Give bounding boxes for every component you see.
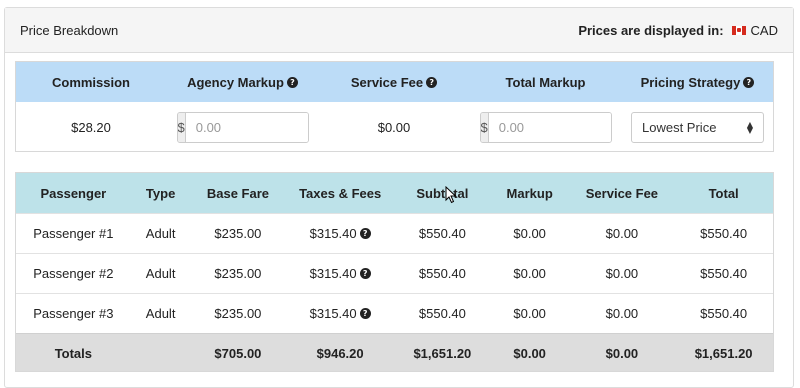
- panel-title: Price Breakdown: [20, 22, 119, 38]
- totals-subtotal: $1,651.20: [413, 345, 472, 361]
- help-icon[interactable]: ?: [359, 308, 371, 319]
- taxes-fees: $315.40 ?: [285, 226, 395, 241]
- totals-row: Totals $705.00 $946.20 $1,651.20 $0.00 $…: [16, 333, 773, 371]
- passenger-type: Adult: [145, 226, 176, 241]
- total-markup-cell: $: [469, 112, 622, 143]
- select-arrows-icon: ▲ ▼: [746, 119, 753, 135]
- passenger-pricing-table: Passenger Type Base Fare Taxes & Fees Su…: [15, 172, 774, 372]
- totals-base-fare: $705.00: [214, 345, 262, 361]
- totals-markup: $0.00: [513, 345, 546, 361]
- commission-value: $28.20: [71, 120, 111, 135]
- header-service-fee: Service Fee ?: [319, 75, 469, 90]
- total: $550.40: [700, 306, 748, 321]
- col-total: Total: [708, 185, 739, 201]
- service-fee-value: $0.00: [377, 120, 411, 135]
- pricing-strategy-select[interactable]: Lowest Price ▲ ▼: [631, 112, 764, 143]
- col-passenger: Passenger: [40, 185, 107, 201]
- passenger-header-row: Passenger Type Base Fare Taxes & Fees Su…: [16, 173, 773, 213]
- markup-values-row: $28.20 $ $0.00 $ Lowest Price ▲▼: [16, 102, 773, 153]
- pricing-strategy-value: Lowest Price: [642, 120, 717, 135]
- help-icon[interactable]: ?: [743, 76, 755, 88]
- markup-settings-table: Commission Agency Markup ? Service Fee ?…: [15, 61, 774, 152]
- markup: $0.00: [513, 306, 546, 321]
- currency-label: Prices are displayed in:: [578, 22, 724, 38]
- header-agency-markup: Agency Markup ?: [166, 75, 319, 90]
- col-markup: Markup: [506, 185, 553, 201]
- table-row: Passenger #2 Adult $235.00 $315.40 ? $55…: [16, 253, 773, 293]
- dollar-addon: $: [480, 113, 489, 142]
- header-commission: Commission: [51, 74, 130, 90]
- passenger-type: Adult: [145, 306, 176, 321]
- markup: $0.00: [513, 266, 546, 281]
- col-subtotal: Subtotal: [416, 185, 469, 201]
- passenger-name: Passenger #3: [33, 306, 114, 321]
- totals-taxes-fees: $946.20: [316, 345, 364, 361]
- col-base-fare: Base Fare: [206, 185, 269, 201]
- agency-markup-input[interactable]: [185, 113, 308, 142]
- service-fee: $0.00: [605, 306, 639, 321]
- col-service-fee: Service Fee: [585, 185, 659, 201]
- service-fee: $0.00: [605, 266, 639, 281]
- subtotal: $550.40: [418, 226, 466, 241]
- table-row: Passenger #1 Adult $235.00 $315.40 ? $55…: [16, 213, 773, 253]
- base-fare: $235.00: [214, 306, 262, 321]
- col-taxes-fees: Taxes & Fees: [299, 185, 382, 201]
- pricing-strategy-cell: Lowest Price ▲ ▼: [622, 112, 773, 143]
- header-total-markup: Total Markup: [505, 74, 586, 90]
- help-icon[interactable]: ?: [359, 268, 371, 279]
- currency-indicator: Prices are displayed in: CAD: [578, 23, 778, 38]
- help-icon[interactable]: ?: [426, 76, 438, 88]
- panel-header: Price Breakdown Prices are displayed in:…: [5, 8, 793, 53]
- agency-markup-cell: $: [166, 112, 319, 143]
- passenger-name: Passenger #1: [33, 226, 114, 241]
- dollar-addon: $: [177, 113, 186, 142]
- passenger-name: Passenger #2: [33, 266, 114, 281]
- base-fare: $235.00: [214, 226, 262, 241]
- totals-service-fee: $0.00: [605, 345, 639, 361]
- agency-markup-input-group: $: [176, 112, 309, 143]
- service-fee: $0.00: [605, 226, 639, 241]
- taxes-fees: $315.40 ?: [285, 266, 395, 281]
- table-row: Passenger #3 Adult $235.00 $315.40 ? $55…: [16, 293, 773, 333]
- base-fare: $235.00: [214, 266, 262, 281]
- mouse-cursor-icon: [445, 186, 457, 204]
- total-markup-input[interactable]: [488, 113, 611, 142]
- subtotal: $550.40: [418, 266, 466, 281]
- col-type: Type: [145, 185, 176, 201]
- taxes-fees: $315.40 ?: [285, 306, 395, 321]
- help-icon[interactable]: ?: [286, 76, 298, 88]
- canada-flag-icon: [731, 25, 746, 35]
- help-icon[interactable]: ?: [359, 228, 371, 239]
- totals-total: $1,651.20: [694, 345, 753, 361]
- total-markup-input-group: $: [479, 112, 612, 143]
- totals-label: Totals: [54, 345, 93, 361]
- passenger-type: Adult: [145, 266, 176, 281]
- total: $550.40: [700, 266, 748, 281]
- header-pricing-strategy: Pricing Strategy ?: [622, 75, 773, 90]
- currency-code: CAD: [750, 22, 778, 38]
- total: $550.40: [700, 226, 748, 241]
- markup-header-row: Commission Agency Markup ? Service Fee ?…: [16, 62, 773, 102]
- markup: $0.00: [513, 226, 546, 241]
- subtotal: $550.40: [418, 306, 466, 321]
